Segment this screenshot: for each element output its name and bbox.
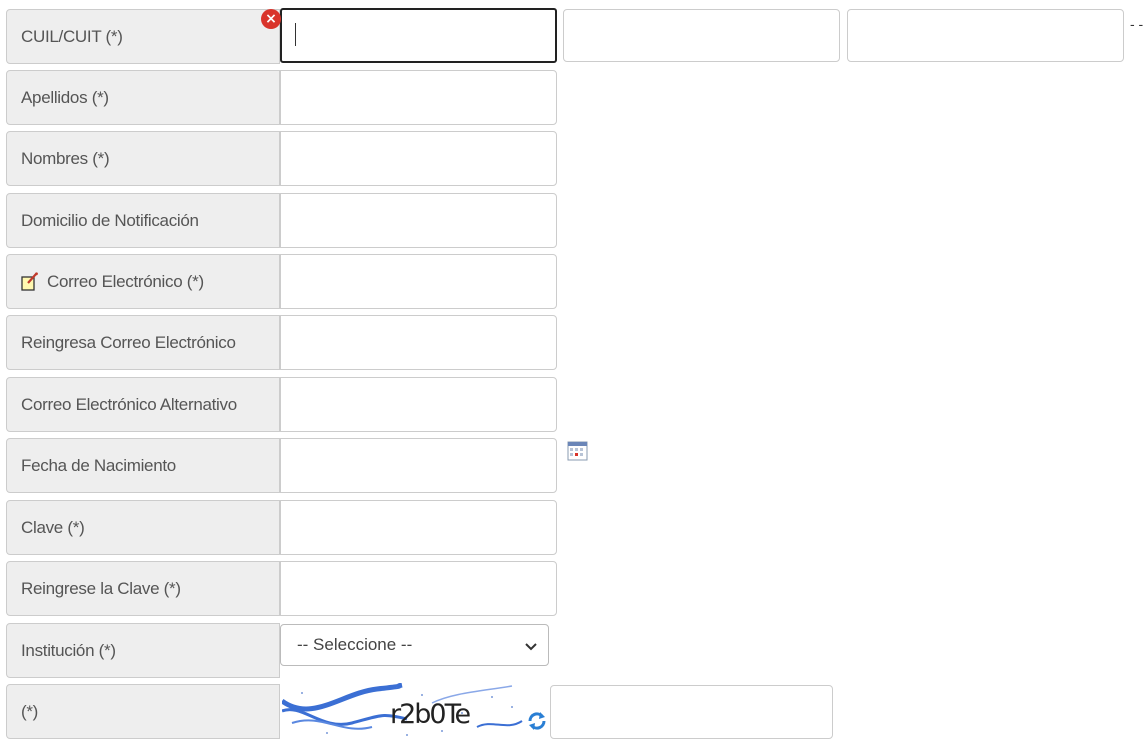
captcha-input[interactable]: [550, 685, 833, 739]
reingresa-correo-input[interactable]: [280, 315, 557, 370]
captcha-label-text: (*): [21, 701, 39, 721]
apellidos-input[interactable]: [280, 70, 557, 125]
nombres-label-text: Nombres (*): [21, 148, 110, 168]
correo-label-text: Correo Electrónico (*): [47, 271, 204, 291]
apellidos-label: Apellidos (*): [6, 70, 280, 125]
captcha-image: r2b0Te: [282, 683, 552, 739]
fecha-nacimiento-label: Fecha de Nacimiento: [6, 438, 280, 493]
correo-input[interactable]: [280, 254, 557, 309]
captcha-text: r2b0Te: [390, 699, 471, 730]
clave-input[interactable]: [280, 500, 557, 555]
registration-form: CUIL/CUIT (*) × - - Apellidos (*) Nombre…: [0, 0, 1145, 739]
institucion-selected-value: -- Seleccione --: [297, 635, 413, 654]
institucion-label: Institución (*): [6, 623, 280, 678]
correo-label: Correo Electrónico (*): [6, 254, 280, 309]
cuil-cuit-input-2[interactable]: [563, 9, 840, 62]
chevron-down-icon: [524, 638, 538, 652]
fecha-nacimiento-label-text: Fecha de Nacimiento: [21, 455, 176, 475]
correo-alternativo-label: Correo Electrónico Alternativo: [6, 377, 280, 432]
cuil-cuit-label: CUIL/CUIT (*): [6, 9, 280, 64]
clave-label-text: Clave (*): [21, 517, 85, 537]
fecha-nacimiento-input[interactable]: [280, 438, 557, 493]
correo-alternativo-label-text: Correo Electrónico Alternativo: [21, 394, 237, 414]
reingrese-clave-label-text: Reingrese la Clave (*): [21, 578, 181, 598]
domicilio-label: Domicilio de Notificación: [6, 193, 280, 248]
nombres-label: Nombres (*): [6, 131, 280, 186]
reingrese-clave-label: Reingrese la Clave (*): [6, 561, 280, 616]
captcha-label: (*): [6, 684, 280, 739]
trailing-dash: - -: [1130, 16, 1144, 32]
cuil-cuit-input[interactable]: [280, 8, 557, 63]
institucion-label-text: Institución (*): [21, 640, 116, 660]
reingrese-clave-input[interactable]: [280, 561, 557, 616]
institucion-select[interactable]: -- Seleccione --: [280, 624, 549, 666]
refresh-icon[interactable]: [526, 710, 548, 732]
error-x-icon[interactable]: ×: [261, 9, 281, 29]
cuil-cuit-label-text: CUIL/CUIT (*): [21, 26, 123, 46]
domicilio-input[interactable]: [280, 193, 557, 248]
apellidos-label-text: Apellidos (*): [21, 87, 109, 107]
nombres-input[interactable]: [280, 131, 557, 186]
text-cursor: [295, 23, 296, 46]
domicilio-label-text: Domicilio de Notificación: [21, 210, 199, 230]
reingresa-correo-label: Reingresa Correo Electrónico: [6, 315, 280, 370]
clave-label: Clave (*): [6, 500, 280, 555]
correo-alternativo-input[interactable]: [280, 377, 557, 432]
reingresa-correo-label-text: Reingresa Correo Electrónico: [21, 332, 236, 352]
cuil-cuit-input-3[interactable]: [847, 9, 1124, 62]
edit-note-icon: [21, 271, 39, 292]
calendar-icon[interactable]: [567, 440, 589, 462]
